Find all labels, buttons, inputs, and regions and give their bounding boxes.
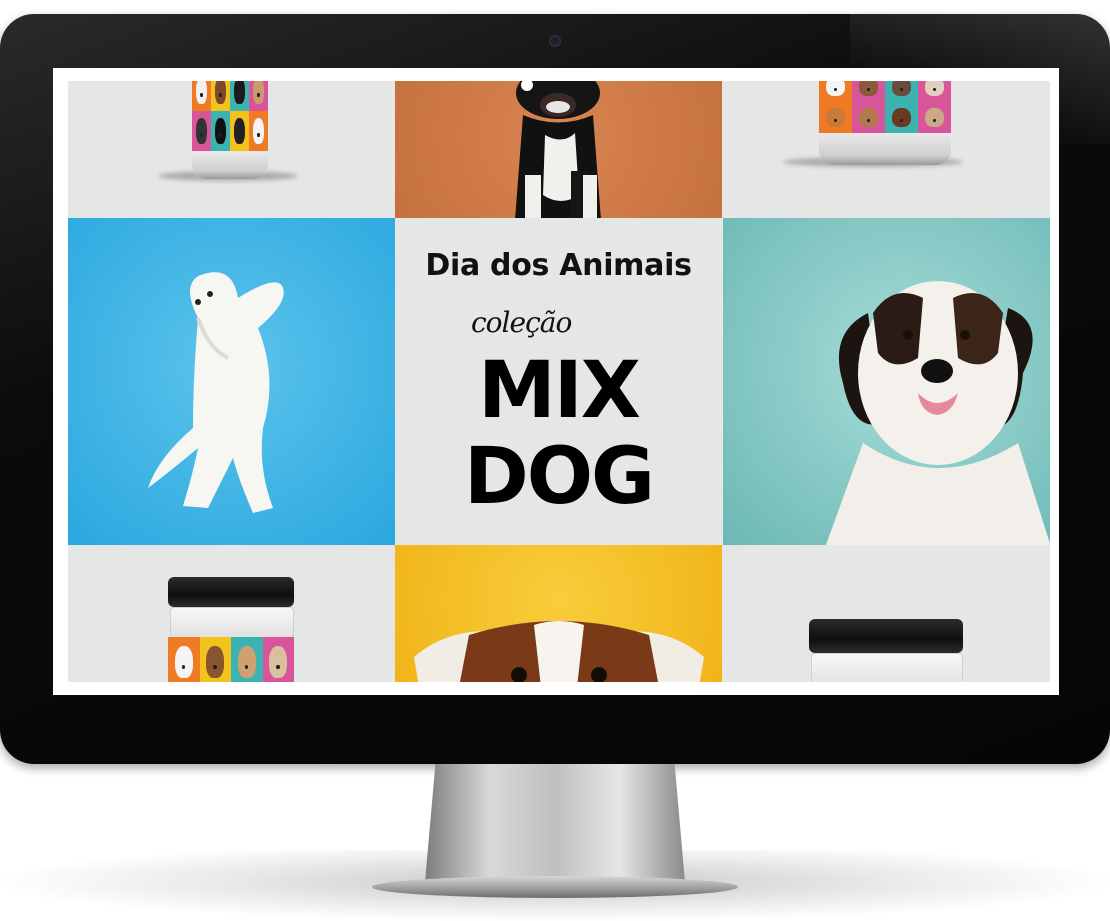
jar-glass: [811, 653, 963, 682]
jar-tile-top-left[interactable]: [68, 81, 395, 218]
jar-label: [168, 637, 294, 682]
title-mix: MIX: [478, 346, 641, 436]
jar-icon: [168, 637, 294, 682]
jar-tile-bottom-left[interactable]: [68, 545, 395, 682]
jar-label: [819, 81, 951, 133]
jar-label: [192, 81, 268, 151]
orange-dog-photo[interactable]: [395, 81, 722, 218]
jar-lid: [809, 619, 963, 653]
teal-saint-bernard-photo[interactable]: [723, 218, 1050, 545]
title-dog: DOG: [463, 432, 655, 522]
peeking-dog-icon: [414, 621, 704, 682]
monitor-stand: [425, 764, 685, 882]
jar-icon: [192, 81, 268, 179]
jar-tile-top-right[interactable]: [723, 81, 1050, 218]
jar-glass: [170, 607, 294, 639]
yellow-dog-photo[interactable]: [395, 545, 722, 682]
westie-dog-icon: [148, 272, 284, 513]
collage-grid: Dia dos Animais coleção MIX DOG: [68, 81, 1050, 682]
headline-text: Dia dos Animais: [425, 248, 692, 283]
mix-dog-banner[interactable]: Dia dos Animais coleção MIX DOG: [395, 218, 722, 545]
jar-icon: [819, 81, 951, 165]
saint-bernard-dog-icon: [825, 281, 1050, 545]
black-white-dog-icon: [515, 81, 601, 218]
webcam-icon: [549, 35, 561, 47]
jar-lid: [168, 577, 294, 607]
jar-tile-bottom-right[interactable]: [723, 545, 1050, 682]
monitor-stand-base: [372, 876, 738, 898]
blue-westie-photo[interactable]: [68, 218, 395, 545]
collection-label: coleção: [471, 306, 572, 339]
